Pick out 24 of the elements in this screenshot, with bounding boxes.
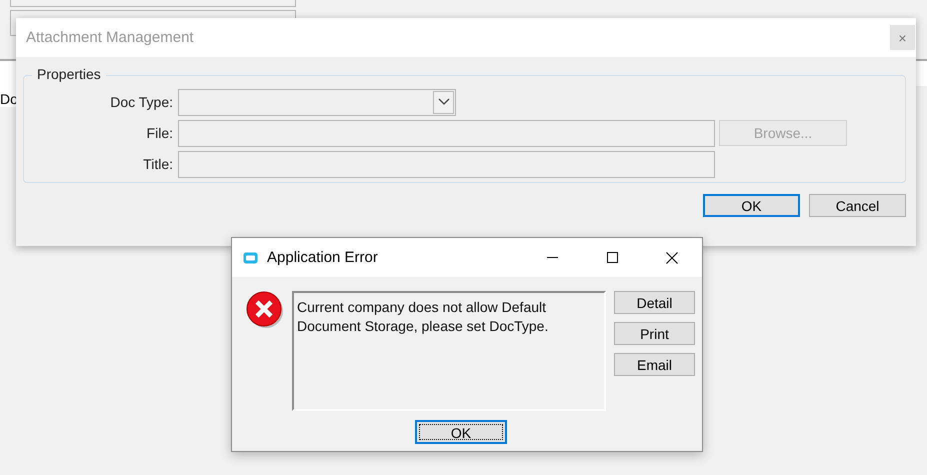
close-button[interactable]: ×	[890, 25, 915, 50]
text-field[interactable]	[10, 0, 296, 7]
message-box: Current company does not allow Default Document Storage, please set DocType.	[292, 291, 606, 411]
minimize-icon	[546, 257, 558, 258]
print-button[interactable]: Print	[614, 322, 695, 345]
chevron-down-icon	[438, 98, 450, 106]
detail-button[interactable]: Detail	[614, 291, 695, 314]
email-button[interactable]: Email	[614, 353, 695, 376]
ok-button[interactable]: OK	[415, 420, 507, 444]
field-label: Title:	[142, 156, 174, 172]
ok-button[interactable]: OK	[703, 194, 800, 217]
title-field[interactable]	[178, 150, 715, 178]
app-icon	[243, 252, 258, 264]
maximize-icon	[606, 252, 618, 263]
dropdown-button[interactable]	[433, 90, 454, 114]
field-label: Doc Type:	[109, 94, 174, 110]
window-title: Attachment Management	[26, 29, 194, 46]
window-title: Application Error	[267, 249, 379, 266]
error-icon	[246, 291, 284, 329]
cancel-button[interactable]: Cancel	[809, 194, 906, 217]
close-icon	[666, 252, 678, 264]
field-label: File:	[146, 125, 174, 141]
group-title: Properties	[32, 66, 106, 82]
file-field[interactable]	[178, 120, 715, 146]
